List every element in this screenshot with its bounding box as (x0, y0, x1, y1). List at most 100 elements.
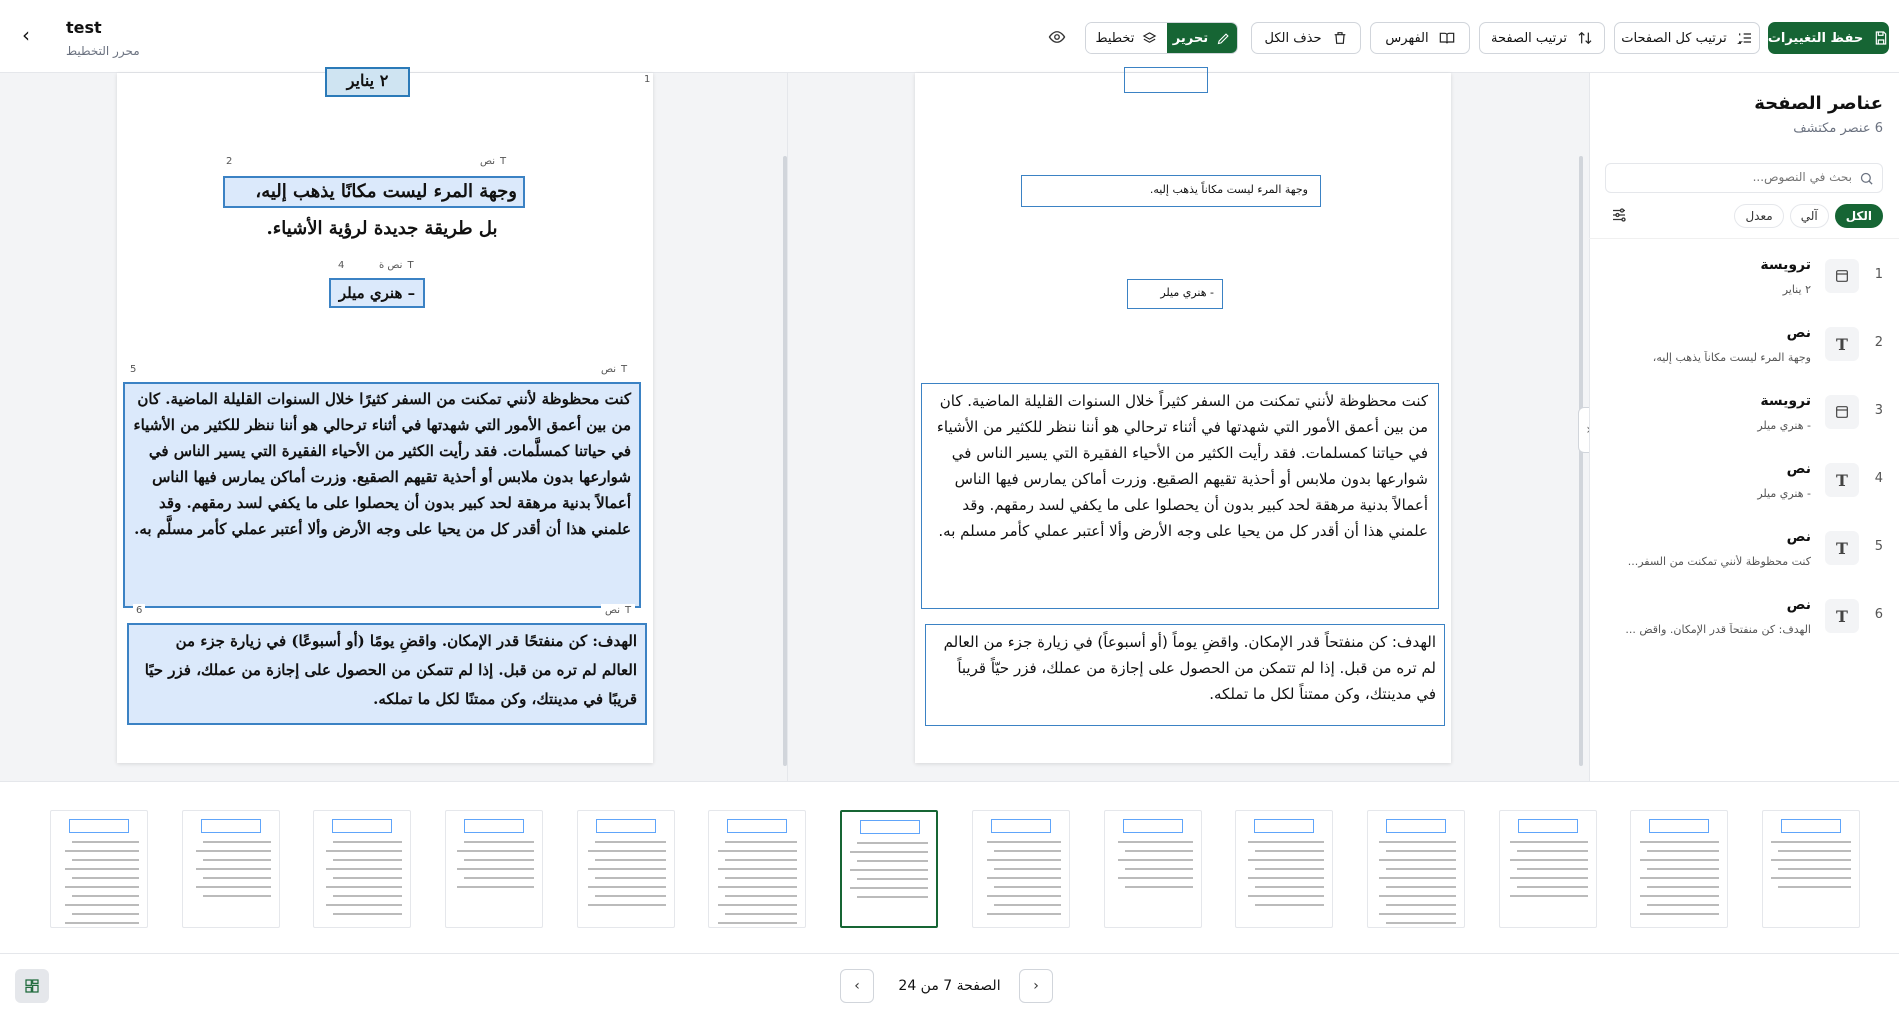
thumbnail-text-line (203, 895, 271, 897)
filter-settings-button[interactable] (1610, 206, 1628, 224)
page-thumbnail[interactable] (182, 810, 280, 928)
block-1-header[interactable] (1124, 67, 1208, 93)
page-thumbnail[interactable] (1499, 810, 1597, 928)
thumbnail-text-line (1125, 850, 1193, 852)
element-item[interactable]: 2 T نص وجهة المرء ليست مكاناً يذهب إليه، (1589, 311, 1899, 379)
thumbnail-text-line (588, 886, 666, 888)
thumbnail-text-line (718, 886, 797, 888)
thumbnail-text-line (850, 851, 928, 853)
sort-all-pages-button[interactable]: ترتيب كل الصفحات (1614, 22, 1760, 54)
page-thumbnail[interactable] (1630, 810, 1728, 928)
thumbnail-text-line (850, 869, 928, 871)
list-ordered-icon (1736, 33, 1751, 44)
element-item[interactable]: 1 ترويسة ٢ يناير (1589, 243, 1899, 311)
page-thumbnail[interactable] (577, 810, 675, 928)
thumbnail-block-outline (1123, 819, 1183, 833)
thumbnails-toggle-button[interactable] (15, 969, 49, 1003)
thumbnail-text-line (1778, 886, 1851, 888)
block-1-header[interactable]: ٢ يناير (325, 67, 410, 97)
delete-all-button[interactable]: حذف الكل (1251, 22, 1361, 54)
filter-modified[interactable]: معدل (1734, 204, 1784, 228)
page-thumbnail[interactable] (972, 810, 1070, 928)
thumbnail-block-outline (1386, 819, 1446, 833)
filter-auto[interactable]: آلي (1789, 204, 1829, 228)
page-thumbnail[interactable] (50, 810, 148, 928)
page-thumbnail[interactable] (1367, 810, 1465, 928)
thumbnail-text-line (1640, 895, 1719, 897)
thumbnail-text-line (725, 895, 797, 897)
thumbnail-text-line (1647, 868, 1719, 870)
chevron-left-icon: ‹ (22, 23, 30, 47)
thumbnail-text-line (1771, 841, 1851, 843)
thumbnail-text-line (1640, 877, 1719, 879)
block-4-text[interactable]: – هنري ميلر (329, 278, 425, 308)
sort-page-button[interactable]: ترتيب الصفحة (1479, 22, 1605, 54)
element-item[interactable]: 3 ترويسة - هنري ميلر (1589, 379, 1899, 447)
page-thumbnail[interactable] (1235, 810, 1333, 928)
thumbnail-block-outline (1781, 819, 1841, 833)
block-2-text[interactable]: وجهة المرء ليست مكاناً يذهب إليه. (1021, 175, 1321, 207)
index-button[interactable]: الفهرس (1370, 22, 1470, 54)
block-number-label: 4 (335, 259, 348, 272)
save-changes-button[interactable]: حفظ التغييرات (1768, 22, 1889, 54)
block-5-text[interactable]: كنت محظوظة لأنني تمكنت من السفر كثيرًا خ… (123, 382, 641, 608)
block-6-text[interactable]: الهدف: كن منفتحًا قدر الإمكان. واقضِ يوم… (127, 623, 647, 725)
thumbnail-text-line (994, 904, 1061, 906)
prev-page-button[interactable]: ‹ (840, 969, 874, 1003)
search-input[interactable] (1622, 170, 1852, 184)
thumbnail-text-line (857, 896, 928, 898)
element-item[interactable]: 5 T نص كنت محظوظة لأنني تمكنت من السفر..… (1589, 515, 1899, 583)
preview-toggle[interactable] (1048, 28, 1068, 48)
thumbnail-text-line (725, 859, 797, 861)
thumbnail-block-outline (69, 819, 129, 833)
thumbnail-text-line (65, 868, 139, 870)
thumbnail-text-line (1647, 886, 1719, 888)
thumbnail-text-line (326, 850, 402, 852)
original-page-view: ٢ يناير 1 2 نص T وجهة المرء ليست مكانًا ي… (117, 67, 654, 763)
block-5-text[interactable]: كنت محظوظة لأنني تمكنت من السفر كثيراً خ… (921, 383, 1439, 609)
thumbnail-text-line (718, 868, 797, 870)
thumbnail-text-line (1386, 868, 1456, 870)
thumbnail-text-line (588, 868, 666, 870)
thumbnail-block-outline (201, 819, 261, 833)
thumbnail-text-line (457, 868, 534, 870)
thumbnail-text-line (987, 859, 1061, 861)
edit-mode-button[interactable]: تحرير (1166, 23, 1237, 53)
thumbnail-text-line (1255, 886, 1324, 888)
thumbnail-text-line (1118, 859, 1193, 861)
block-4-text[interactable]: - هنري ميلر (1127, 279, 1223, 309)
page-thumbnail[interactable] (840, 810, 938, 928)
thumbnail-text-line (72, 841, 139, 843)
scan-line: بل طريقة جديدة لرؤية الأشياء. (266, 218, 498, 239)
thumbnail-text-line (1640, 841, 1719, 843)
page-thumbnail[interactable] (445, 810, 543, 928)
filter-all[interactable]: الكل (1834, 204, 1883, 228)
thumbnail-block-outline (991, 819, 1051, 833)
thumbnail-text-line (464, 859, 534, 861)
thumbnail-text-line (203, 877, 271, 879)
search-icon (1860, 172, 1873, 185)
thumbnail-text-line (203, 859, 271, 861)
thumbnail-block-outline (332, 819, 392, 833)
element-item[interactable]: 6 T نص الهدف: كن منفتحاً قدر الإمكان. وا… (1589, 583, 1899, 651)
block-2-text[interactable]: وجهة المرء ليست مكانًا يذهب إليه، (223, 176, 525, 208)
element-item[interactable]: 4 T نص - هنري ميلر (1589, 447, 1899, 515)
pencil-icon (1217, 32, 1229, 44)
page-thumbnail[interactable] (1762, 810, 1860, 928)
search-box (1605, 163, 1883, 193)
block-6-text[interactable]: الهدف: كن منفتحاً قدر الإمكان. واقضِ يوم… (925, 624, 1445, 726)
text-icon: T (1825, 531, 1859, 565)
reconstructed-page-view: وجهة المرء ليست مكاناً يذهب إليه. - هنري… (915, 67, 1451, 763)
thumbnail-text-line (326, 886, 402, 888)
page-thumbnail[interactable] (313, 810, 411, 928)
thumbnail-text-line (1386, 886, 1456, 888)
back-button[interactable]: ‹ (22, 23, 42, 47)
text-icon: T (1825, 599, 1859, 633)
thumbnail-text-line (1255, 904, 1324, 906)
page-thumbnail[interactable] (708, 810, 806, 928)
thumbnail-text-line (72, 913, 139, 915)
next-page-button[interactable]: › (1019, 969, 1053, 1003)
page-thumbnail[interactable] (1104, 810, 1202, 928)
right-scrollbar[interactable] (1579, 156, 1583, 766)
layout-mode-button[interactable]: تخطيط (1086, 23, 1167, 53)
